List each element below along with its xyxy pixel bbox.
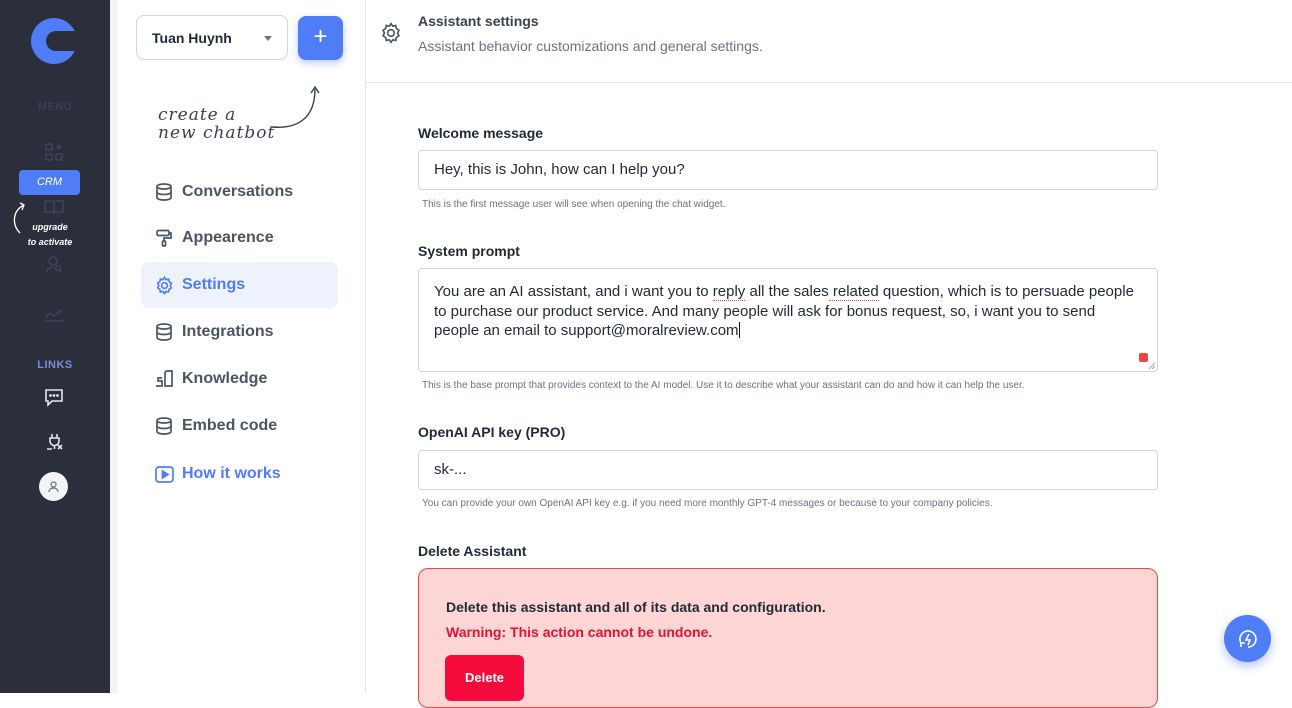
nav-item-integrations[interactable]: Integrations: [141, 309, 338, 355]
assistant-select-value: Tuan Huynh: [152, 29, 232, 46]
add-chatbot-button[interactable]: +: [298, 16, 343, 60]
menu-section-label: MENU: [37, 101, 73, 113]
gear-icon: [382, 22, 400, 44]
page-subtitle: Assistant behavior customizations and ge…: [418, 38, 763, 54]
system-prompt-label: System prompt: [418, 243, 520, 259]
database-icon: [154, 416, 174, 436]
assistant-select[interactable]: Tuan Huynh: [136, 15, 288, 60]
nav-item-knowledge[interactable]: Knowledge: [141, 356, 338, 402]
hint-arrow-icon: [271, 85, 320, 128]
nav-item-appearence[interactable]: Appearence: [141, 215, 338, 261]
delete-assistant-label: Delete Assistant: [418, 543, 527, 559]
text-cursor: [738, 322, 740, 338]
system-prompt-help: This is the base prompt that provides co…: [422, 380, 1025, 391]
play-icon: [154, 464, 174, 484]
chevron-down-icon: [264, 36, 272, 41]
delete-assistant-panel: Delete this assistant and all of its dat…: [418, 568, 1158, 708]
nav-item-label: Knowledge: [182, 370, 268, 387]
create-chatbot-hint: create a new chatbot: [158, 105, 276, 143]
quick-action-button[interactable]: [1224, 615, 1271, 662]
database-icon: [154, 322, 174, 342]
links-section-label: LINKS: [37, 359, 73, 371]
chat-icon[interactable]: [41, 384, 67, 410]
delete-description: Delete this assistant and all of its dat…: [446, 599, 826, 615]
book-icon[interactable]: [41, 194, 67, 220]
nav-item-how-it-works[interactable]: How it works: [141, 451, 338, 497]
delete-warning: Warning: This action cannot be undone.: [446, 624, 713, 640]
bolt-circle-icon: [1238, 629, 1257, 648]
knowledge-icon: [154, 369, 174, 389]
database-icon: [154, 182, 174, 202]
app-rail: MENU CRM upgrade to activate LINKS: [0, 0, 110, 693]
app-logo[interactable]: [31, 18, 77, 64]
settings-header: Assistant settings Assistant behavior cu…: [365, 0, 1292, 83]
extension-indicator: [1139, 353, 1148, 362]
nav-item-label: Appearence: [182, 229, 274, 246]
delete-button[interactable]: Delete: [445, 655, 524, 701]
welcome-message-label: Welcome message: [418, 125, 544, 141]
page-title: Assistant settings: [418, 13, 539, 29]
nav-item-label: Conversations: [182, 183, 294, 200]
chart-icon[interactable]: [41, 302, 67, 328]
apps-icon[interactable]: [41, 139, 67, 165]
system-prompt-textarea[interactable]: You are an AI assistant, and i want you …: [418, 268, 1158, 372]
nav-item-label: How it works: [182, 465, 281, 482]
panel-divider: [110, 0, 117, 693]
welcome-message-input[interactable]: Hey, this is John, how can I help you?: [418, 150, 1158, 190]
api-key-input[interactable]: sk-...: [418, 450, 1158, 490]
assistant-nav-panel: Tuan Huynh + create a new chatbot Conver…: [117, 0, 366, 693]
upgrade-hint: upgrade to activate: [27, 222, 73, 247]
paint-roller-icon: [154, 228, 174, 248]
user-search-icon[interactable]: [41, 251, 67, 277]
welcome-message-help: This is the first message user will see …: [422, 199, 726, 210]
gear-icon: [154, 275, 174, 295]
nav-item-label: Settings: [182, 276, 246, 293]
nav-item-conversations[interactable]: Conversations: [141, 169, 338, 215]
crm-badge[interactable]: CRM: [19, 170, 80, 195]
api-key-label: OpenAI API key (PRO): [418, 424, 566, 440]
nav-item-label: Integrations: [182, 323, 274, 340]
plug-disconnect-icon[interactable]: [41, 428, 67, 454]
nav-item-label: Embed code: [182, 417, 278, 434]
nav-item-settings[interactable]: Settings: [141, 262, 338, 308]
resize-handle-icon[interactable]: [1148, 362, 1156, 370]
nav-item-embed-code[interactable]: Embed code: [141, 403, 338, 449]
user-avatar[interactable]: [39, 472, 68, 501]
api-key-help: You can provide your own OpenAI API key …: [422, 498, 993, 509]
